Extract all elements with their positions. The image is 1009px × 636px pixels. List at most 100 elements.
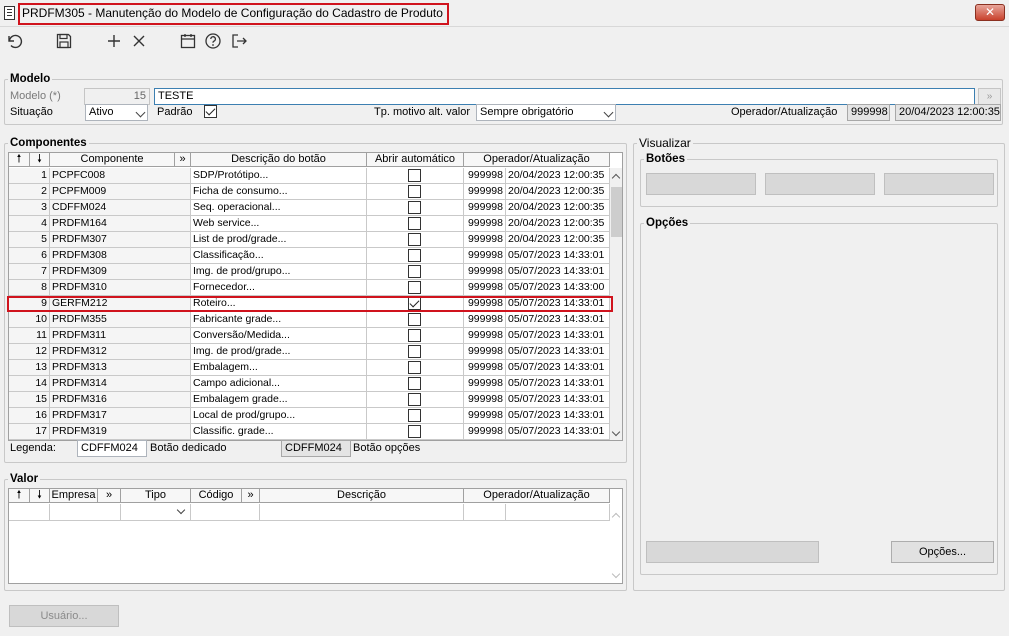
abrir-checkbox[interactable] [408,425,421,438]
header-operador[interactable]: Operador/Atualização [464,153,610,167]
header-descricao[interactable]: Descrição do botão [191,153,367,167]
abrir-checkbox[interactable] [408,169,421,182]
sort-down-icon[interactable]: 🠗 [30,489,50,503]
opcoes-button[interactable]: Opções... [891,541,994,563]
row-abrir[interactable] [367,376,464,392]
valor-codigo-cell[interactable] [191,504,260,521]
abrir-checkbox[interactable] [408,345,421,358]
header-operador[interactable]: Operador/Atualização [464,489,610,503]
row-number: 6 [9,248,50,264]
row-number: 5 [9,232,50,248]
row-operador: 999998 [464,216,506,232]
abrir-checkbox[interactable] [408,329,421,342]
exit-icon[interactable] [229,32,249,52]
sort-up-icon[interactable]: 🠕 [9,489,30,503]
situacao-select[interactable]: Ativo [85,104,148,121]
scroll-up-icon[interactable] [611,512,621,522]
row-abrir[interactable] [367,216,464,232]
sort-down-icon[interactable]: 🠗 [30,153,50,167]
row-descricao: Fornecedor... [191,280,367,296]
row-number: 13 [9,360,50,376]
valor-tipo-select[interactable] [121,504,191,521]
undo-icon[interactable] [4,32,24,52]
valor-descricao-cell[interactable] [260,504,464,521]
scroll-thumb[interactable] [611,187,622,237]
header-empresa[interactable]: Empresa [50,489,98,503]
row-abrir[interactable] [367,280,464,296]
valor-grid[interactable]: 🠕 🠗 Empresa » Tipo Código » Descrição Op… [8,488,623,584]
abrir-checkbox[interactable] [408,313,421,326]
abrir-checkbox[interactable] [408,281,421,294]
row-componente: PCPFM009 [50,184,191,200]
row-abrir[interactable] [367,408,464,424]
abrir-checkbox[interactable] [408,217,421,230]
header-abrir[interactable]: Abrir automático [367,153,464,167]
more-columns-icon[interactable]: » [98,489,121,503]
row-abrir[interactable] [367,360,464,376]
modelo-name-input[interactable]: TESTE [154,88,975,105]
row-operador: 999998 [464,392,506,408]
situacao-label: Situação [10,106,53,118]
close-button[interactable]: ✕ [975,4,1005,21]
row-abrir[interactable] [367,248,464,264]
header-tipo[interactable]: Tipo [121,489,191,503]
row-atualizacao: 20/04/2023 12:00:35 [506,216,610,232]
row-abrir[interactable] [367,232,464,248]
abrir-checkbox[interactable] [408,249,421,262]
abrir-checkbox[interactable] [408,393,421,406]
padrao-label: Padrão [157,106,193,118]
tp-motivo-select[interactable]: Sempre obrigatório [476,104,616,121]
row-abrir[interactable] [367,184,464,200]
scroll-down-icon[interactable] [611,427,621,437]
window-title: PRDFM305 - Manutenção do Modelo de Confi… [22,6,443,20]
row-abrir[interactable] [367,264,464,280]
abrir-checkbox[interactable] [408,185,421,198]
header-descricao[interactable]: Descrição [260,489,464,503]
abrir-checkbox[interactable] [408,409,421,422]
preview-option-field [646,541,819,563]
row-abrir[interactable] [367,424,464,440]
row-abrir[interactable] [367,200,464,216]
abrir-checkbox[interactable] [408,377,421,390]
header-componente[interactable]: Componente [50,153,175,167]
help-icon[interactable] [203,32,223,52]
row-componente: PRDFM316 [50,392,191,408]
valor-cell[interactable] [9,504,50,521]
add-icon[interactable] [104,32,124,52]
usuario-button[interactable]: Usuário... [9,605,119,627]
chevron-down-icon [603,107,614,118]
row-operador: 999998 [464,408,506,424]
valor-scrollbar[interactable] [610,504,622,583]
delete-icon[interactable] [129,32,149,52]
abrir-checkbox[interactable] [408,233,421,246]
abrir-checkbox[interactable] [408,361,421,374]
row-abrir[interactable] [367,392,464,408]
padrao-checkbox[interactable] [204,105,217,118]
abrir-checkbox[interactable] [408,201,421,214]
row-operador: 999998 [464,184,506,200]
row-abrir[interactable] [367,344,464,360]
more-columns-icon[interactable]: » [242,489,260,503]
row-componente: PRDFM308 [50,248,191,264]
more-columns-icon[interactable]: » [175,153,191,167]
visualizar-section-title: Visualizar [637,136,693,150]
chevron-down-icon [176,505,186,515]
calendar-icon[interactable] [178,32,198,52]
row-abrir[interactable] [367,328,464,344]
row-number: 14 [9,376,50,392]
sort-up-icon[interactable]: 🠕 [9,153,30,167]
header-codigo[interactable]: Código [191,489,242,503]
row-abrir[interactable] [367,312,464,328]
scroll-down-icon[interactable] [611,569,621,579]
row-descricao: Ficha de consumo... [191,184,367,200]
row-descricao: Img. de prod/grupo... [191,264,367,280]
save-icon[interactable] [54,32,74,52]
translate-icon[interactable]: » [978,88,1001,105]
row-descricao: List de prod/grade... [191,232,367,248]
valor-empresa-cell[interactable] [50,504,121,521]
abrir-checkbox[interactable] [408,265,421,278]
scroll-up-icon[interactable] [611,173,621,183]
row-number: 12 [9,344,50,360]
tp-motivo-label: Tp. motivo alt. valor [374,106,470,118]
row-abrir[interactable] [367,168,464,184]
